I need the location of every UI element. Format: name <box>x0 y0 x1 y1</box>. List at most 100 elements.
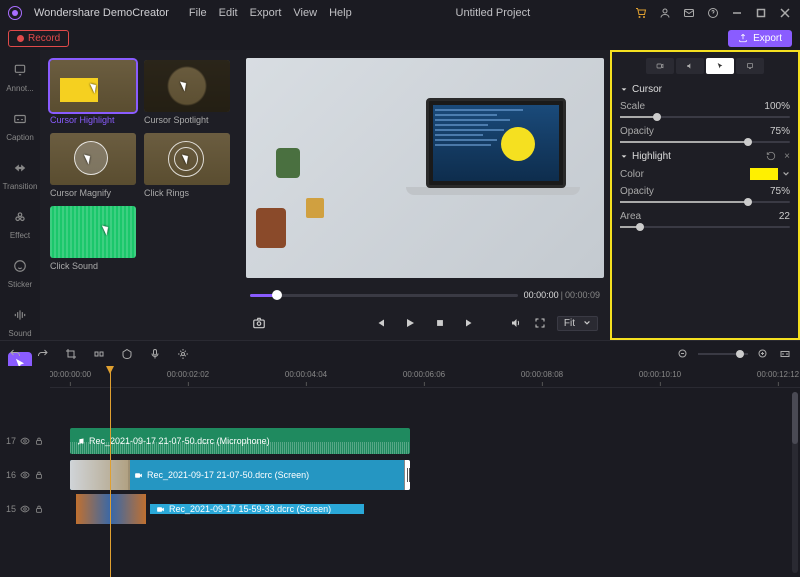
sidebar-item-transition[interactable]: Transition <box>3 156 38 191</box>
maximize-icon[interactable] <box>754 6 768 20</box>
app-name: Wondershare DemoCreator <box>34 7 169 19</box>
menu-export[interactable]: Export <box>250 7 282 19</box>
snapshot-icon[interactable] <box>252 316 266 330</box>
prop-tab-screen[interactable] <box>736 58 764 74</box>
close-icon[interactable] <box>778 6 792 20</box>
next-icon[interactable] <box>463 316 477 330</box>
opacity-slider[interactable] <box>620 141 790 143</box>
music-note-icon <box>76 437 85 446</box>
h-opacity-label: Opacity <box>620 186 654 197</box>
menu-edit[interactable]: Edit <box>219 7 238 19</box>
split-icon[interactable] <box>92 347 106 361</box>
menu-file[interactable]: File <box>189 7 207 19</box>
clip-video1[interactable]: Rec_2021-09-17 21-07-50.dcrc (Screen) <box>70 460 410 490</box>
zoom-in-icon[interactable] <box>756 347 770 361</box>
fullscreen-icon[interactable] <box>533 316 547 330</box>
lock-icon[interactable] <box>34 436 44 446</box>
sidebar-item-sticker[interactable]: Sticker <box>8 254 32 289</box>
ruler-tick: 00:00:04:04 <box>285 370 327 379</box>
user-icon[interactable] <box>658 6 672 20</box>
properties-panel: Cursor Scale100% Opacity75% Highlight × … <box>610 50 800 340</box>
track-head-16[interactable]: 16 <box>0 458 50 492</box>
timeline-toolbar <box>0 340 800 366</box>
track-head-15[interactable]: 15 <box>0 492 50 526</box>
gear-icon[interactable] <box>176 347 190 361</box>
scale-slider[interactable] <box>620 116 790 118</box>
h-opacity-value: 75% <box>770 186 790 197</box>
marker-icon[interactable] <box>120 347 134 361</box>
sidebar-item-caption[interactable]: Caption <box>6 107 34 142</box>
track-head-17[interactable]: 17 <box>0 424 50 458</box>
preview-viewport[interactable] <box>246 58 604 278</box>
chevron-down-icon <box>620 153 628 161</box>
zoom-slider[interactable] <box>698 353 748 355</box>
video-icon <box>156 505 165 514</box>
ruler-tick: 00:00:10:10 <box>639 370 681 379</box>
preview-area: × 00:00:00|00:00:09 Fit <box>240 50 610 340</box>
cart-icon[interactable] <box>634 6 648 20</box>
color-label: Color <box>620 169 644 180</box>
lock-icon[interactable] <box>34 504 44 514</box>
seek-slider[interactable] <box>250 294 518 297</box>
prev-icon[interactable] <box>373 316 387 330</box>
playhead[interactable] <box>110 366 111 577</box>
close-section-icon[interactable]: × <box>784 151 790 162</box>
cursor-section-head[interactable]: Cursor <box>620 84 790 95</box>
highlight-section-head[interactable]: Highlight × <box>620 151 790 162</box>
eye-icon[interactable] <box>20 436 30 446</box>
time-ruler[interactable]: 00:00:00:00 00:00:02:02 00:00:04:04 00:0… <box>50 366 800 388</box>
redo-icon[interactable] <box>36 347 50 361</box>
eye-icon[interactable] <box>20 504 30 514</box>
eye-icon[interactable] <box>20 470 30 480</box>
color-swatch <box>750 168 778 180</box>
lock-icon[interactable] <box>34 470 44 480</box>
help-icon[interactable] <box>706 6 720 20</box>
zoom-out-icon[interactable] <box>676 347 690 361</box>
prop-tabs <box>620 58 790 74</box>
sidebar-item-sound[interactable]: Sound <box>8 303 32 338</box>
chevron-down-icon <box>583 319 591 327</box>
export-button[interactable]: Export <box>728 30 792 47</box>
h-opacity-slider[interactable] <box>620 201 790 203</box>
record-button[interactable]: Record <box>8 30 69 47</box>
ruler-tick: 00:00:02:02 <box>167 370 209 379</box>
reset-icon[interactable] <box>766 151 776 162</box>
project-title: Untitled Project <box>364 7 622 19</box>
clip-audio[interactable]: Rec_2021-09-17 21-07-50.dcrc (Microphone… <box>70 428 410 454</box>
track-area[interactable]: 00:00:00:00 00:00:02:02 00:00:04:04 00:0… <box>50 366 800 577</box>
crop-icon[interactable] <box>64 347 78 361</box>
effect-click-rings[interactable]: Click Rings <box>144 133 230 198</box>
fit-timeline-icon[interactable] <box>778 347 792 361</box>
stop-icon[interactable] <box>433 316 447 330</box>
minimize-icon[interactable] <box>730 6 744 20</box>
prop-tab-cursor[interactable] <box>706 58 734 74</box>
effect-cursor-spotlight[interactable]: Cursor Spotlight <box>144 60 230 125</box>
scale-value: 100% <box>764 101 790 112</box>
undo-icon[interactable] <box>8 347 22 361</box>
color-picker[interactable] <box>750 168 790 180</box>
effect-cursor-highlight[interactable]: Cursor Highlight <box>50 60 136 125</box>
fit-select[interactable]: Fit <box>557 316 598 331</box>
sidebar-item-annot[interactable]: Annot... <box>6 58 34 93</box>
mic-icon[interactable] <box>148 347 162 361</box>
vertical-scrollbar[interactable] <box>792 392 798 573</box>
plant-decor <box>276 148 300 178</box>
effects-panel: Cursor Highlight Cursor Spotlight Cursor… <box>40 50 240 340</box>
prop-tab-video[interactable] <box>646 58 674 74</box>
play-icon[interactable] <box>403 316 417 330</box>
area-value: 22 <box>779 211 790 222</box>
prop-tab-audio[interactable] <box>676 58 704 74</box>
message-icon[interactable] <box>682 6 696 20</box>
effect-click-sound[interactable]: Click Sound <box>50 206 136 271</box>
sidebar-item-effect[interactable]: Effect <box>8 205 32 240</box>
menu-help[interactable]: Help <box>329 7 352 19</box>
volume-icon[interactable] <box>509 316 523 330</box>
effect-cursor-magnify[interactable]: Cursor Magnify <box>50 133 136 198</box>
laptop-preview <box>406 98 586 195</box>
record-label: Record <box>28 33 60 44</box>
area-slider[interactable] <box>620 226 790 228</box>
menu-view[interactable]: View <box>293 7 317 19</box>
clip-video2[interactable]: Rec_2021-09-17 15-59-33.dcrc (Screen) <box>70 494 370 524</box>
clip-handle[interactable] <box>404 460 410 490</box>
app-logo-icon <box>8 6 22 20</box>
